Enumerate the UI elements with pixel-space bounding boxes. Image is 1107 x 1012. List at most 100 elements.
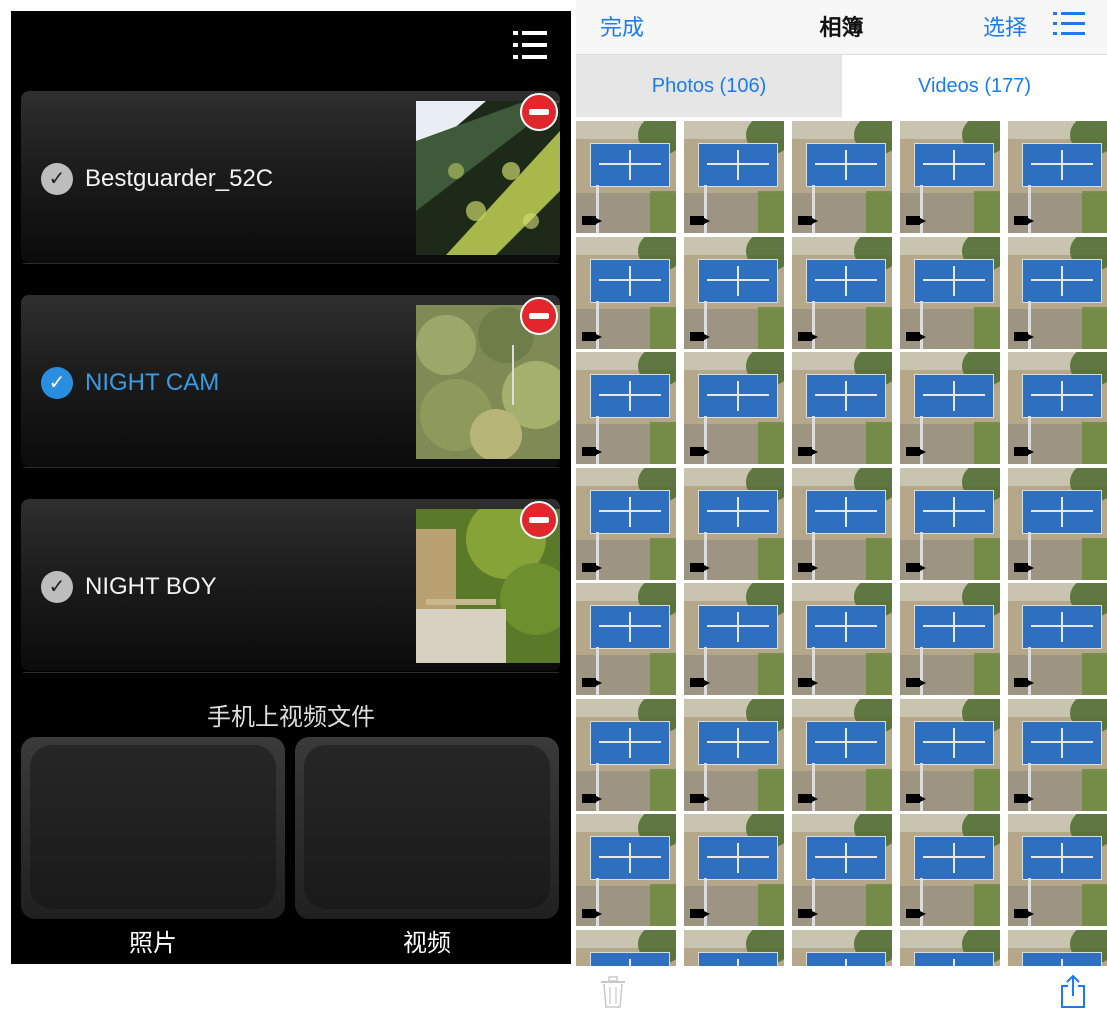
videos-tile[interactable] [295, 737, 559, 919]
camera-card[interactable]: ✓ Bestguarder_52C [21, 91, 560, 263]
photos-tile-label: 照片 [129, 930, 177, 957]
video-thumbnail[interactable] [684, 352, 784, 464]
photos-tile[interactable] [21, 737, 285, 919]
video-camera-icon [1014, 678, 1034, 687]
video-camera-icon [906, 447, 926, 456]
video-thumbnail[interactable] [576, 121, 676, 233]
camera-name: NIGHT CAM [85, 369, 220, 396]
video-thumbnail[interactable] [684, 237, 784, 349]
trash-icon[interactable] [600, 976, 626, 1008]
video-camera-icon [798, 678, 818, 687]
page-title: 相簿 [819, 15, 864, 40]
camera-list-screen: ✓ Bestguarder_52C ✓ NIGHT CAM ✓ NIGHT BO… [11, 11, 571, 964]
video-camera-icon [798, 909, 818, 918]
top-bar [11, 11, 571, 79]
video-camera-icon [582, 216, 602, 225]
delete-icon[interactable] [520, 297, 558, 335]
delete-icon[interactable] [520, 501, 558, 539]
video-thumbnail[interactable] [792, 814, 892, 926]
video-camera-icon [1014, 794, 1034, 803]
video-camera-icon [1014, 563, 1034, 572]
video-thumbnail[interactable] [792, 699, 892, 811]
video-thumbnail[interactable] [1008, 699, 1107, 811]
tab-photos[interactable]: Photos (106) [576, 55, 842, 117]
video-thumbnail[interactable] [1008, 468, 1107, 580]
video-camera-icon [906, 678, 926, 687]
video-camera-icon [1014, 447, 1034, 456]
video-thumbnail[interactable] [576, 699, 676, 811]
video-camera-icon [690, 794, 710, 803]
video-camera-icon [582, 678, 602, 687]
video-thumbnail[interactable] [900, 352, 1000, 464]
video-camera-icon [798, 563, 818, 572]
list-icon[interactable] [1053, 8, 1085, 40]
video-thumbnail[interactable] [900, 121, 1000, 233]
video-camera-icon [582, 447, 602, 456]
video-thumbnail[interactable] [576, 814, 676, 926]
video-thumbnail[interactable] [1008, 814, 1107, 926]
video-thumbnail[interactable] [684, 583, 784, 695]
share-icon[interactable] [1059, 974, 1087, 1008]
video-camera-icon [690, 216, 710, 225]
done-button[interactable]: 完成 [600, 10, 644, 42]
video-camera-icon [1014, 332, 1034, 341]
video-camera-icon [798, 794, 818, 803]
video-thumbnail[interactable] [1008, 237, 1107, 349]
delete-icon[interactable] [520, 93, 558, 131]
video-thumbnail[interactable] [792, 468, 892, 580]
video-thumbnail[interactable] [684, 121, 784, 233]
video-thumbnail[interactable] [1008, 121, 1107, 233]
video-camera-icon [690, 447, 710, 456]
video-thumbnail[interactable] [792, 352, 892, 464]
video-thumbnail[interactable] [684, 699, 784, 811]
video-camera-icon [582, 332, 602, 341]
video-thumbnail[interactable] [900, 583, 1000, 695]
segmented-control: Photos (106) Videos (177) [576, 55, 1107, 117]
video-thumbnail[interactable] [684, 468, 784, 580]
video-thumbnail[interactable] [900, 237, 1000, 349]
video-camera-icon [906, 794, 926, 803]
tab-videos[interactable]: Videos (177) [842, 55, 1107, 117]
navigation-bar: 完成 相簿 选择 [576, 0, 1107, 55]
check-icon[interactable]: ✓ [41, 571, 73, 603]
video-thumbnail[interactable] [576, 237, 676, 349]
video-camera-icon [1014, 909, 1034, 918]
album-screen: 完成 相簿 选择 Photos (106) Videos (177) [576, 0, 1107, 1012]
check-icon[interactable]: ✓ [41, 367, 73, 399]
video-thumbnail[interactable] [792, 237, 892, 349]
video-camera-icon [690, 909, 710, 918]
check-icon[interactable]: ✓ [41, 163, 73, 195]
bottom-toolbar [576, 966, 1107, 1012]
video-thumbnail[interactable] [1008, 352, 1107, 464]
video-thumbnail[interactable] [684, 814, 784, 926]
video-thumbnail[interactable] [1008, 583, 1107, 695]
video-thumbnail[interactable] [792, 121, 892, 233]
video-camera-icon [690, 678, 710, 687]
video-camera-icon [798, 216, 818, 225]
video-thumbnail[interactable] [576, 583, 676, 695]
video-camera-icon [1014, 216, 1034, 225]
camera-card[interactable]: ✓ NIGHT CAM [21, 295, 560, 467]
video-camera-icon [582, 794, 602, 803]
video-camera-icon [798, 447, 818, 456]
videos-tile-label: 视频 [403, 930, 451, 957]
video-thumbnail[interactable] [576, 468, 676, 580]
video-camera-icon [906, 216, 926, 225]
divider [23, 263, 559, 264]
video-camera-icon [582, 563, 602, 572]
video-camera-icon [906, 909, 926, 918]
video-camera-icon [582, 909, 602, 918]
video-thumbnail[interactable] [900, 814, 1000, 926]
video-camera-icon [690, 332, 710, 341]
divider [23, 672, 559, 673]
camera-name: NIGHT BOY [85, 573, 217, 600]
menu-icon[interactable] [513, 27, 547, 63]
video-thumbnail[interactable] [900, 468, 1000, 580]
video-thumbnail[interactable] [576, 352, 676, 464]
camera-name: Bestguarder_52C [85, 165, 274, 192]
select-button[interactable]: 选择 [983, 10, 1027, 42]
section-title: 手机上视频文件 [207, 704, 375, 731]
video-thumbnail[interactable] [792, 583, 892, 695]
camera-card[interactable]: ✓ NIGHT BOY [21, 499, 560, 671]
video-thumbnail[interactable] [900, 699, 1000, 811]
